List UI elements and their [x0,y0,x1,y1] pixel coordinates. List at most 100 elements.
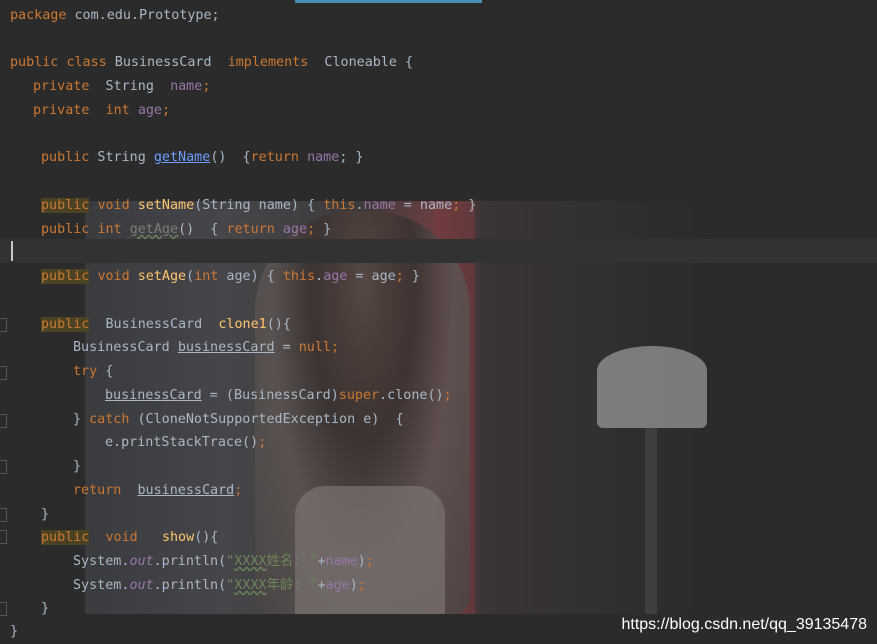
static-field: out [129,554,154,569]
code-line-try[interactable]: try { [73,362,113,382]
method-end: ; } [339,150,364,165]
code-line-class-decl[interactable]: public class BusinessCard implements Clo… [10,53,413,73]
keyword: public [41,530,90,545]
keyword: void [97,198,130,213]
type-name: String [89,150,154,165]
keyword: public [41,269,90,284]
keyword: void [105,530,138,545]
code-editor[interactable]: package com.edu.Prototype; public class … [0,0,877,644]
code-line-close-clone1[interactable]: } [41,505,49,525]
field-name: name [307,150,340,165]
keyword: class [66,55,107,70]
keyword: private [33,79,90,94]
field-name: name [325,554,358,569]
code-line-field-name[interactable]: private String name; [33,77,210,97]
code-line-catch[interactable]: } catch (CloneNotSupportedException e) { [73,410,404,430]
method-name-unused: getAge [129,222,179,237]
keyword: null [298,340,331,355]
string-literal: 姓名: " [266,554,318,569]
code-line-field-age[interactable]: private int age; [33,101,170,121]
type-name: BusinessCard [73,340,178,355]
method-call: .println( [153,554,227,569]
code-line-print-age[interactable]: System.out.println("XXXX年龄: "+age); [73,576,366,596]
class-name: BusinessCard [106,55,228,70]
code-line-getage[interactable]: public int getAge() { return age; } [41,220,331,240]
brace: } [73,412,90,427]
brace: } [73,459,82,474]
string-literal-placeholder: XXXX [234,554,267,569]
field-name: age [282,222,308,237]
keyword: public [41,198,90,213]
method-name: show [161,530,195,545]
method-end: } [315,222,332,237]
method-body: () { [178,222,227,237]
semicolon: ; [443,388,452,403]
brace: { [97,364,114,379]
keyword: public [41,222,90,237]
paren: ) [357,554,366,569]
code-line-close-catch[interactable]: } [73,457,81,477]
code-line-clone-call[interactable]: businessCard = (BusinessCard)super.clone… [105,386,452,406]
code-line-return[interactable]: return businessCard; [73,481,242,501]
code-line-print-name[interactable]: System.out.println("XXXX姓名: "+name); [73,552,374,572]
semicolon: ; [365,554,374,569]
interface-name: Cloneable { [308,55,414,70]
code-line-setage[interactable]: public void setAge(int age) { this.age =… [41,267,420,287]
static-field: out [129,578,154,593]
keyword: public [10,55,59,70]
keyword: private [33,103,90,118]
keyword: return [73,483,122,498]
code-line-getname[interactable]: public String getName() {return name; } [41,148,364,168]
code-line-package[interactable]: package com.edu.Prototype; [10,6,220,26]
method-body: () { [210,150,251,165]
catch-params: (CloneNotSupportedException e) { [129,412,404,427]
brace: } [10,624,19,639]
semicolon: ; [162,103,171,118]
dot: . [355,198,364,213]
code-line-show[interactable]: public void show(){ [41,528,218,548]
package-name: com.edu.Prototype; [66,8,220,23]
semicolon: ; [307,222,316,237]
variable-name: businessCard [137,483,235,498]
keyword: package [10,8,67,23]
method-params: (String name) { [194,198,324,213]
code-line-declare-card[interactable]: BusinessCard businessCard = null; [73,338,339,358]
method-call: .println( [153,578,227,593]
semicolon: ; [202,79,211,94]
operator: + [317,578,326,593]
code-line-close-show[interactable]: } [41,599,49,619]
code-line-setname[interactable]: public void setName(String name) { this.… [41,196,476,216]
keyword: catch [89,412,130,427]
keyword: try [73,364,98,379]
method-end: } [403,269,420,284]
semicolon: ; [357,578,366,593]
watermark-url: https://blog.csdn.net/qq_39135478 [621,616,867,633]
method-getname-link[interactable]: getName [154,150,210,165]
keyword: int [194,269,219,284]
code-line-clone1[interactable]: public BusinessCard clone1(){ [41,315,291,335]
method-body: (){ [266,317,291,332]
string-literal: 年龄: " [266,578,318,593]
brace: } [41,601,50,616]
paren: ) [349,578,358,593]
type-name: BusinessCard [89,317,219,332]
brace: } [41,507,50,522]
assignment: = [274,340,299,355]
keyword: int [97,222,122,237]
assignment: = (BusinessCard) [201,388,339,403]
keyword: implements [227,55,309,70]
keyword: this [323,198,356,213]
semicolon: ; [234,483,243,498]
method-name: setAge [137,269,187,284]
code-line-print-stack[interactable]: e.printStackTrace(); [105,433,266,453]
variable-name: businessCard [105,388,202,403]
code-line-close-class[interactable]: } [10,622,18,642]
keyword: return [250,150,299,165]
method-name: clone1 [218,317,267,332]
class-ref: System. [73,554,130,569]
method-body: (){ [194,530,219,545]
keyword: void [97,269,130,284]
type-name: String [89,79,171,94]
keyword: this [282,269,316,284]
field-name: name [170,79,203,94]
